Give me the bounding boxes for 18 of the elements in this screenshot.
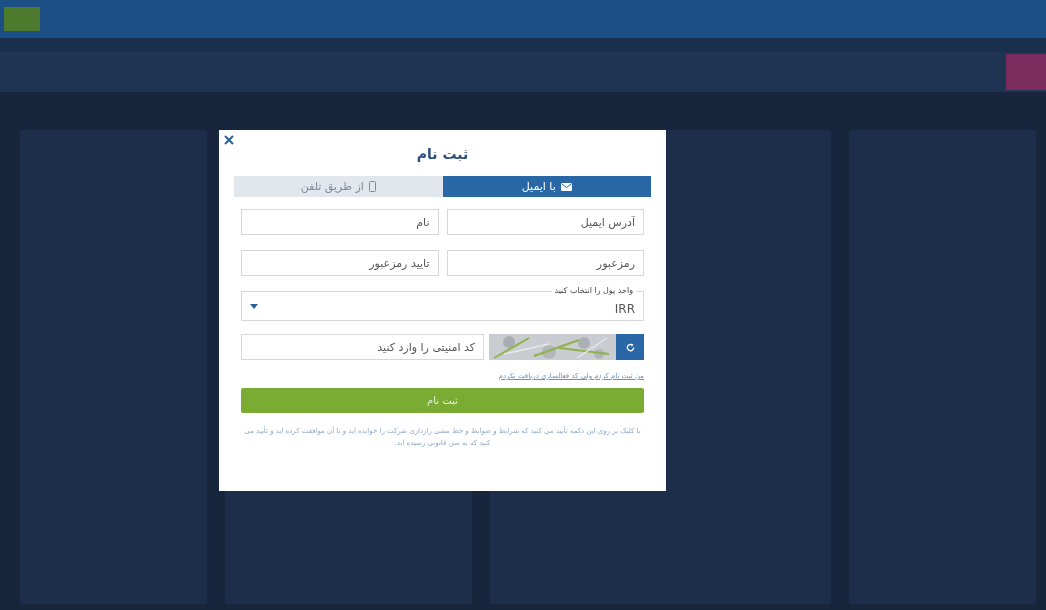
refresh-button[interactable] (616, 334, 644, 360)
input-field[interactable]: نام (241, 209, 439, 235)
submit-button[interactable]: ثبت نام (241, 388, 644, 413)
input-field[interactable]: رمزعبور (446, 250, 644, 276)
phone-icon (368, 181, 376, 192)
envelope-icon (560, 182, 572, 191)
dialog-title: ثبت نام (416, 146, 469, 162)
logo-block (4, 7, 40, 31)
caret-icon (250, 303, 258, 309)
tab[interactable]: از طریق تلفن (234, 176, 443, 197)
refresh-icon (625, 342, 635, 352)
tab[interactable]: با ایمیل (442, 176, 651, 197)
input-field[interactable]: آدرس ایمیل (446, 209, 644, 235)
menu-block (1006, 54, 1046, 90)
input-field[interactable]: تایید رمزعبور (241, 250, 439, 276)
field-label: واحد پول را انتخاب کنید (551, 285, 636, 296)
captcha-input[interactable]: کد امنیتی را وارد کنید (241, 334, 484, 360)
close-icon[interactable] (224, 135, 234, 145)
